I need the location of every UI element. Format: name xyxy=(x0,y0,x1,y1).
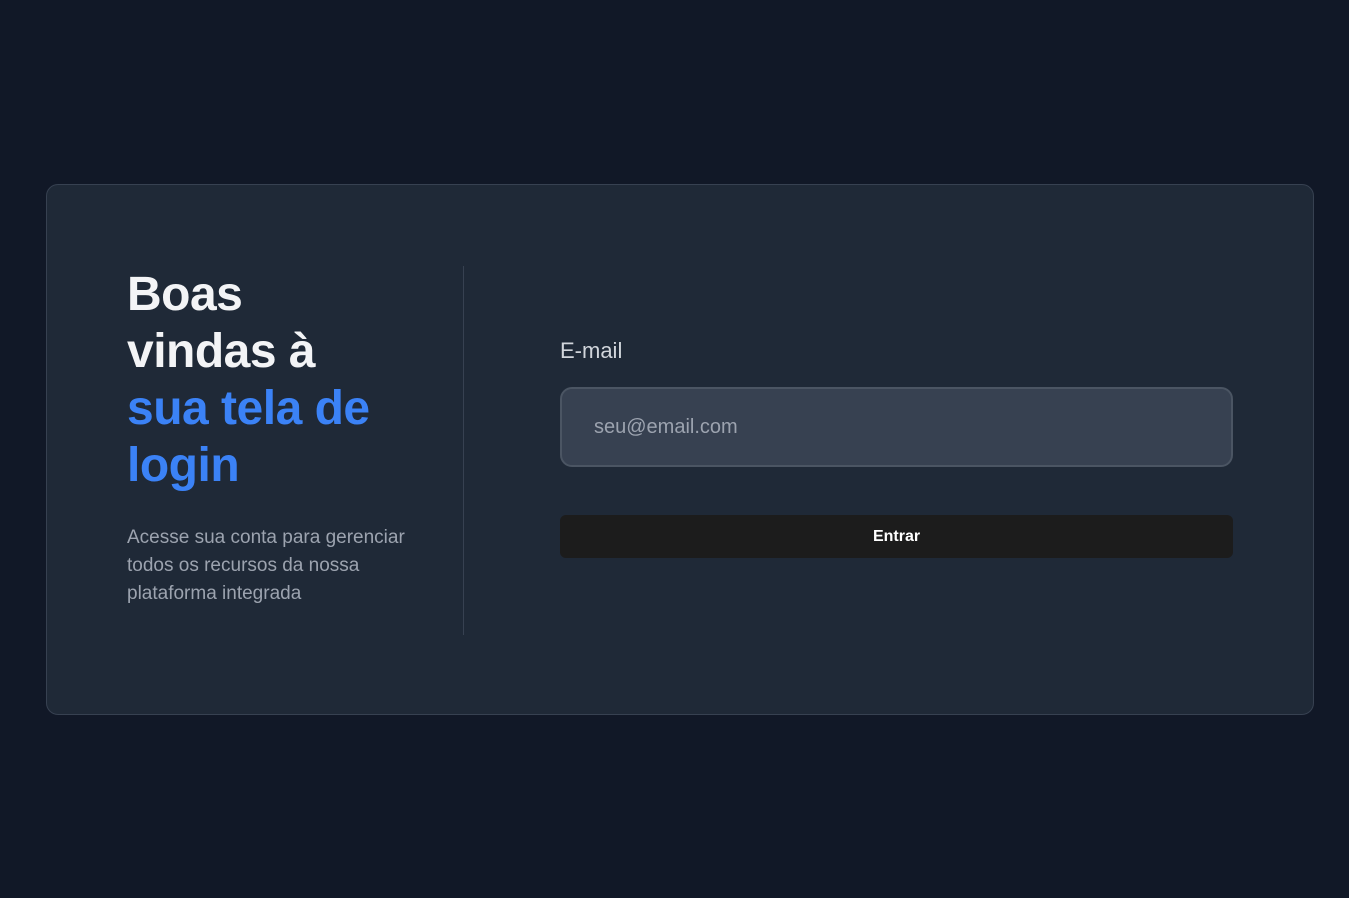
headline-highlight-line-2: login xyxy=(127,439,240,492)
login-form: E-mail Entrar xyxy=(560,337,1233,558)
welcome-panel: Boas vindas à sua tela de login Acesse s… xyxy=(127,266,464,635)
login-card: Boas vindas à sua tela de login Acesse s… xyxy=(46,184,1314,715)
login-button[interactable]: Entrar xyxy=(560,515,1233,558)
headline-line-1: Boas xyxy=(127,268,243,321)
welcome-subtitle: Acesse sua conta para gerenciar todos os… xyxy=(127,527,405,604)
welcome-headline: Boas vindas à sua tela de login xyxy=(127,266,417,494)
headline-highlight-line-1: sua tela de xyxy=(127,382,370,435)
email-label: E-mail xyxy=(560,338,623,363)
email-field[interactable] xyxy=(560,387,1233,467)
headline-line-2: vindas à xyxy=(127,325,316,378)
